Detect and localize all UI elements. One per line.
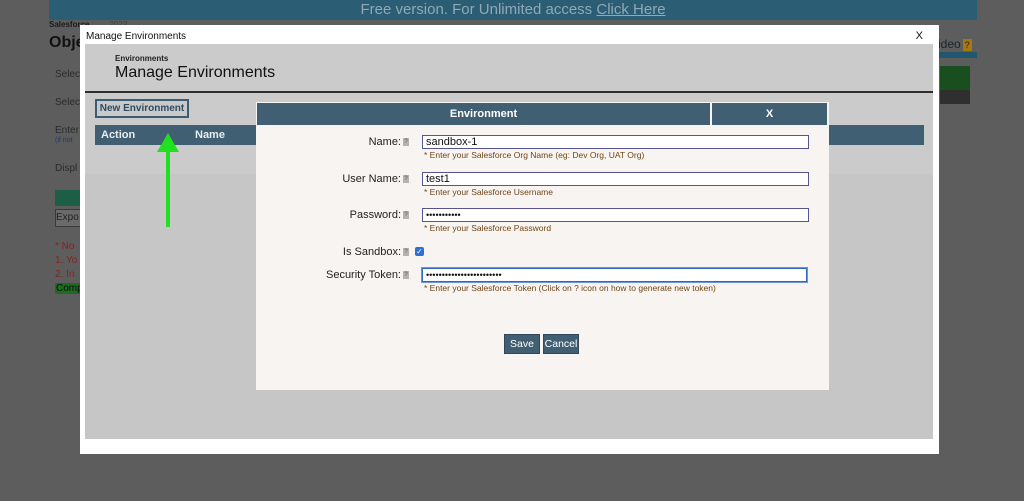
- username-input[interactable]: test1: [422, 172, 809, 186]
- column-header-name: Name: [195, 129, 225, 141]
- background-select-label-2: Selec: [55, 97, 81, 108]
- background-select-label-1: Selec: [55, 69, 81, 80]
- sandbox-help-icon[interactable]: ?: [403, 248, 409, 256]
- environment-dialog: Environment X Name: ? sandbox-1 * Enter …: [256, 102, 829, 390]
- token-input[interactable]: ••••••••••••••••••••••••: [422, 268, 807, 282]
- password-hint: * Enter your Salesforce Password: [424, 223, 552, 233]
- background-enter-label: Enter: [55, 125, 79, 136]
- video-help-icon: ?: [962, 39, 972, 51]
- name-help-icon[interactable]: ?: [403, 138, 409, 146]
- username-row: User Name: ? test1: [256, 172, 829, 186]
- video-link[interactable]: ideo?: [938, 37, 972, 51]
- username-hint: * Enter your Salesforce Username: [424, 187, 553, 197]
- token-help-icon[interactable]: ?: [403, 271, 409, 279]
- background-note-star: * No: [55, 241, 75, 252]
- password-input[interactable]: •••••••••••: [422, 208, 809, 222]
- background-small-note: (if not: [55, 137, 73, 144]
- token-row: Security Token: ? ••••••••••••••••••••••…: [256, 268, 829, 282]
- password-row: Password: ? •••••••••••: [256, 208, 829, 222]
- dialog-close-button[interactable]: X: [712, 103, 827, 125]
- save-button[interactable]: Save: [504, 334, 540, 354]
- background-note-1: 1. Yo: [55, 255, 78, 266]
- background-green-block: [940, 66, 970, 90]
- password-help-icon[interactable]: ?: [403, 211, 409, 219]
- arrow-shaft: [166, 151, 170, 227]
- new-environment-button[interactable]: New Environment: [95, 99, 189, 118]
- page-title: Manage Environments: [115, 64, 276, 81]
- divider: [85, 91, 933, 93]
- background-display-label: Displ: [55, 163, 78, 174]
- username-label: User Name:: [342, 173, 401, 185]
- dialog-title: Environment: [257, 103, 710, 125]
- token-label: Security Token:: [325, 269, 401, 281]
- banner-text: Free version. For Unlimited access: [360, 1, 593, 18]
- breadcrumb: Environments: [115, 54, 169, 63]
- name-input[interactable]: sandbox-1: [422, 135, 809, 149]
- modal-title: Manage Environments: [86, 31, 187, 42]
- cancel-button[interactable]: Cancel: [543, 334, 579, 354]
- sandbox-row: Is Sandbox: ? ✓: [256, 245, 829, 259]
- background-connect-button[interactable]: [55, 190, 80, 206]
- background-dark-block: [940, 90, 970, 104]
- column-header-action: Action: [101, 129, 136, 141]
- modal-close-button[interactable]: X: [916, 30, 923, 42]
- background-note-2: 2. In: [55, 269, 75, 280]
- name-row: Name: ? sandbox-1: [256, 135, 829, 149]
- background-export-select[interactable]: Expo: [55, 209, 82, 227]
- password-label: Password:: [349, 209, 401, 221]
- arrow-head: [157, 133, 179, 152]
- username-help-icon[interactable]: ?: [403, 175, 409, 183]
- token-hint: * Enter your Salesforce Token (Click on …: [424, 283, 716, 293]
- banner-link[interactable]: Click Here: [596, 1, 665, 18]
- name-hint: * Enter your Salesforce Org Name (eg: De…: [424, 150, 645, 160]
- sandbox-label: Is Sandbox:: [342, 246, 401, 258]
- upgrade-banner: Free version. For Unlimited access Click…: [49, 0, 977, 20]
- name-label: Name:: [368, 136, 401, 148]
- video-link-label: ideo: [938, 37, 961, 51]
- sandbox-checkbox[interactable]: ✓: [415, 247, 424, 256]
